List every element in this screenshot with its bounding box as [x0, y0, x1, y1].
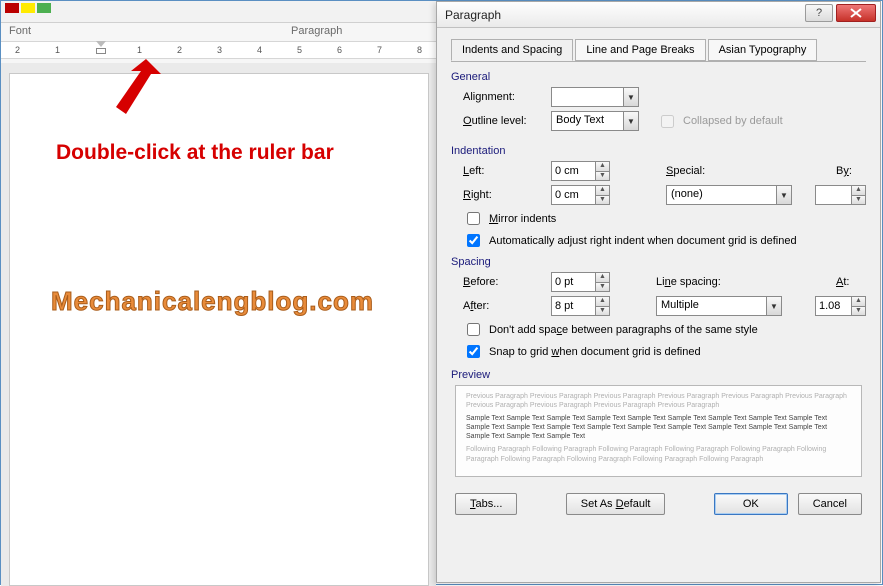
set-as-default-button[interactable]: Set As Default: [566, 493, 666, 515]
mirror-indents-label: Mirror indents: [489, 213, 556, 225]
dont-add-space-label: Don't add space between paragraphs of th…: [489, 324, 758, 336]
help-button[interactable]: ?: [805, 4, 833, 22]
ribbon-group-font: Font: [9, 25, 31, 37]
by-label: By:: [836, 165, 866, 177]
dialog-titlebar[interactable]: Paragraph ?: [437, 2, 880, 28]
indent-left-spinner[interactable]: ▲▼: [551, 161, 610, 181]
before-spinner[interactable]: ▲▼: [551, 272, 610, 292]
section-spacing: Spacing: [451, 256, 866, 268]
indent-right-label: Right:: [463, 189, 543, 201]
auto-adjust-label: Automatically adjust right indent when d…: [489, 235, 797, 247]
indent-left-label: Left:: [463, 165, 543, 177]
section-preview: Preview: [451, 369, 866, 381]
outline-level-combo[interactable]: Body Text ▼: [551, 111, 639, 131]
ok-button[interactable]: OK: [714, 493, 788, 515]
word-app-background: Font Paragraph 2 1 1 2 3 4 5 6 7 8 Doubl…: [1, 1, 436, 586]
special-label: Special:: [666, 165, 726, 177]
line-spacing-combo[interactable]: Multiple ▼: [656, 296, 782, 316]
chevron-down-icon: ▼: [623, 87, 639, 107]
paragraph-dialog: Paragraph ? Indents and Spacing Line and…: [436, 1, 881, 583]
chevron-down-icon: ▼: [766, 296, 782, 316]
ribbon-strip: [1, 1, 436, 23]
special-combo[interactable]: (none) ▼: [666, 185, 792, 205]
by-spinner[interactable]: ▲▼: [815, 185, 866, 205]
snap-to-grid-checkbox[interactable]: [467, 345, 480, 358]
mirror-indents-checkbox[interactable]: [467, 212, 480, 225]
annotation-text: Double-click at the ruler bar: [56, 141, 334, 165]
tab-indents-spacing[interactable]: Indents and Spacing: [451, 39, 573, 61]
alignment-label: Alignment:: [463, 91, 543, 103]
by-input[interactable]: [815, 185, 851, 205]
alignment-combo[interactable]: Left ▼: [551, 87, 639, 107]
horizontal-ruler[interactable]: 2 1 1 2 3 4 5 6 7 8: [1, 41, 436, 59]
after-input[interactable]: [551, 296, 595, 316]
watermark-text: Mechanicalengblog.com: [51, 286, 374, 317]
indent-right-input[interactable]: [551, 185, 595, 205]
auto-adjust-checkbox[interactable]: [467, 234, 480, 247]
tabs-button[interactable]: Tabs...: [455, 493, 517, 515]
after-spinner[interactable]: ▲▼: [551, 296, 610, 316]
preview-box: Previous Paragraph Previous Paragraph Pr…: [455, 385, 862, 477]
font-color-swatches[interactable]: [5, 3, 51, 13]
collapsed-checkbox: [661, 115, 674, 128]
indent-marker[interactable]: [96, 41, 106, 54]
snap-to-grid-label: Snap to grid when document grid is defin…: [489, 346, 701, 358]
close-button[interactable]: [836, 4, 876, 22]
at-input[interactable]: [815, 296, 851, 316]
before-input[interactable]: [551, 272, 595, 292]
cancel-button[interactable]: Cancel: [798, 493, 862, 515]
chevron-down-icon: ▼: [776, 185, 792, 205]
collapsed-label: Collapsed by default: [683, 115, 783, 127]
ribbon-group-paragraph: Paragraph: [291, 25, 342, 37]
indent-left-input[interactable]: [551, 161, 595, 181]
annotation-arrow-icon: [111, 59, 161, 114]
outline-level-label: Outline level:: [463, 115, 543, 127]
dialog-title: Paragraph: [445, 8, 501, 22]
line-spacing-label: Line spacing:: [656, 276, 736, 288]
indent-right-spinner[interactable]: ▲▼: [551, 185, 610, 205]
section-general: General: [451, 71, 866, 83]
dialog-tabs: Indents and Spacing Line and Page Breaks…: [451, 39, 866, 62]
before-label: Before:: [463, 276, 543, 288]
at-label: At:: [836, 276, 866, 288]
section-indentation: Indentation: [451, 145, 866, 157]
tab-asian-typography[interactable]: Asian Typography: [708, 39, 818, 61]
tab-line-page-breaks[interactable]: Line and Page Breaks: [575, 39, 705, 61]
chevron-down-icon: ▼: [623, 111, 639, 131]
after-label: After:: [463, 300, 543, 312]
at-spinner[interactable]: ▲▼: [815, 296, 866, 316]
dont-add-space-checkbox[interactable]: [467, 323, 480, 336]
close-icon: [850, 8, 862, 18]
